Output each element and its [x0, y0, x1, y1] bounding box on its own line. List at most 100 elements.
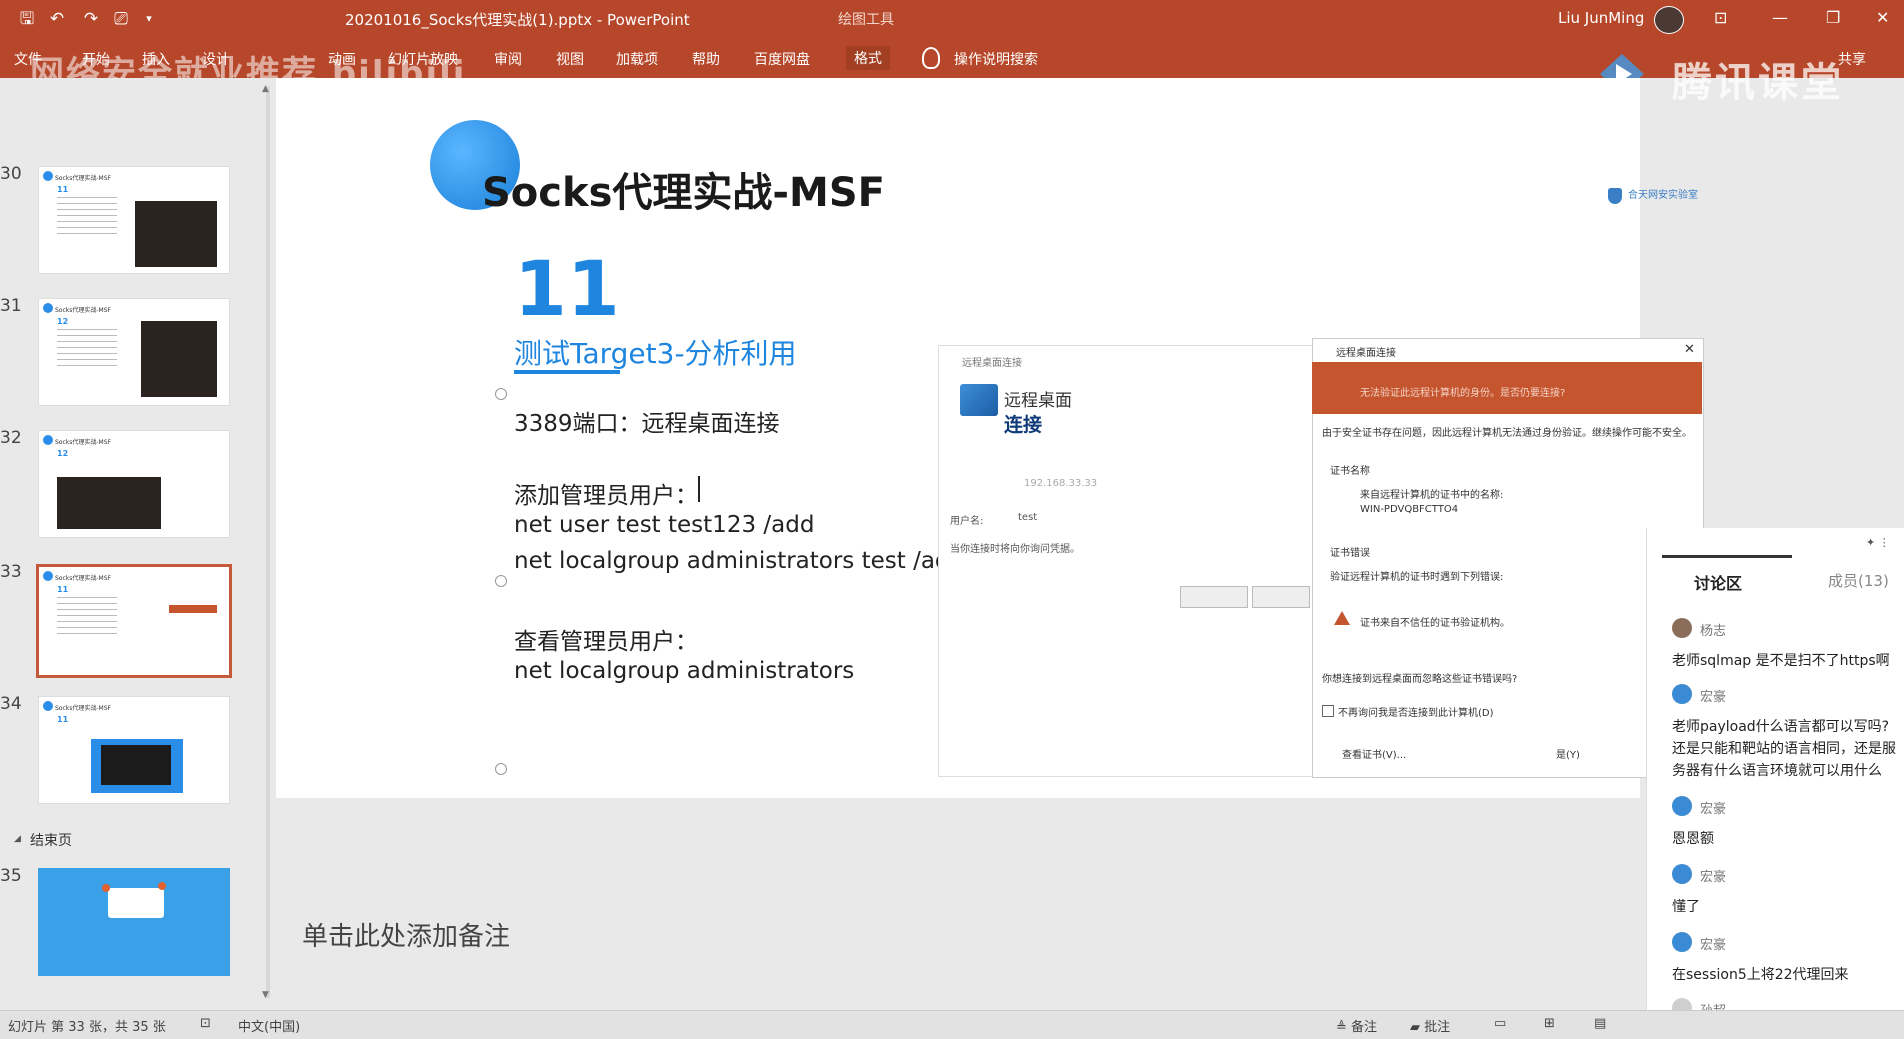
rdp-window-title: 远程桌面连接: [962, 358, 1022, 369]
text-cursor: [698, 476, 700, 502]
cert-name-value: WIN-PDVQBFCTTO4: [1360, 504, 1459, 515]
scroll-up-icon[interactable]: ▲: [262, 84, 269, 94]
discussion-title[interactable]: 讨论区: [1694, 570, 1742, 594]
tab-view[interactable]: 视图: [556, 49, 584, 69]
cert-description: 由于安全证书存在问题，因此远程计算机无法通过身份验证。继续操作可能不安全。: [1322, 428, 1692, 439]
avatar: [1672, 796, 1692, 816]
slide-thumbnail-30[interactable]: Socks代理实战-MSF 11: [38, 166, 230, 274]
restore-icon[interactable]: ❐: [1826, 8, 1840, 27]
slide-thumbnail-32[interactable]: Socks代理实战-MSF 12: [38, 430, 230, 538]
undo-icon[interactable]: ↶: [46, 9, 68, 29]
ribbon-display-icon[interactable]: ⊡: [1714, 8, 1727, 27]
thumb-sub: 11: [57, 185, 69, 194]
watermark-right: 腾讯课堂: [1672, 60, 1844, 106]
slide-logo-text: 合天网安实验室: [1628, 190, 1698, 201]
slide-title[interactable]: Socks代理实战-MSF: [482, 160, 885, 218]
thumb-terminal-image: [141, 321, 217, 397]
message-text: 恩恩额: [1672, 831, 1714, 847]
section-label[interactable]: 结束页: [30, 830, 72, 850]
accessibility-icon[interactable]: ⊡: [200, 1016, 211, 1031]
resize-handle[interactable]: [495, 763, 507, 775]
slide-count: 幻灯片 第 33 张，共 35 张: [8, 1020, 166, 1035]
comments-toggle-button[interactable]: ▰ 批注: [1410, 1016, 1450, 1035]
notes-toggle-button[interactable]: ≜ 备注: [1336, 1016, 1377, 1035]
user-name[interactable]: Liu JunMing: [1558, 9, 1644, 27]
language-status[interactable]: 中文(中国): [238, 1016, 300, 1035]
slide-body-line[interactable]: 3389端口：远程桌面连接: [514, 404, 780, 438]
slide-subtitle[interactable]: 测试Target3-分析利用: [514, 332, 797, 372]
rdp-app-name: 远程桌面: [1004, 391, 1072, 411]
slide-body-line[interactable]: 查看管理员用户：: [514, 622, 698, 656]
thumb-text-lines: [57, 597, 117, 637]
rdp-monitor-icon: [960, 384, 998, 416]
discussion-members[interactable]: 成员(13): [1828, 570, 1889, 591]
scroll-down-icon[interactable]: ▼: [262, 990, 269, 1000]
avatar: [1672, 618, 1692, 638]
reading-view-icon[interactable]: ▤: [1594, 1016, 1606, 1031]
tab-baidu[interactable]: 百度网盘: [754, 49, 810, 69]
slide-thumbnail-35[interactable]: [38, 868, 230, 976]
discussion-tab-indicator: [1662, 555, 1792, 558]
thumb-sub: 12: [57, 317, 69, 326]
slide-thumbnail-33[interactable]: Socks代理实战-MSF 11: [36, 564, 232, 678]
thumb-title: Socks代理实战-MSF: [55, 575, 111, 582]
rdp-connect-button: [1180, 586, 1248, 608]
slide-thumbnail-34[interactable]: Socks代理实战-MSF 11: [38, 696, 230, 804]
collapse-section-icon[interactable]: ◢: [14, 834, 21, 844]
slide-body-line[interactable]: net localgroup administrators: [514, 658, 854, 684]
thumb-title: Socks代理实战-MSF: [55, 705, 111, 712]
thumb-dot: [102, 884, 110, 892]
slide-thumbnail-31[interactable]: Socks代理实战-MSF 12: [38, 298, 230, 406]
rdp-ip: 192.168.33.33: [1024, 478, 1098, 489]
avatar[interactable]: [1654, 6, 1684, 34]
cert-checkbox-label: 不再询问我是否连接到此计算机(D): [1338, 708, 1494, 719]
cert-dialog-title: 远程桌面连接: [1336, 348, 1396, 359]
resize-handle[interactable]: [495, 575, 507, 587]
rdp-app-name-2: 连接: [1004, 414, 1043, 436]
thumb-number: 35: [0, 866, 22, 886]
message-text: 懂了: [1672, 899, 1700, 915]
thumb-terminal-image: [135, 201, 217, 267]
thumb-number: 32: [0, 428, 22, 448]
thumb-sub: 12: [57, 449, 69, 458]
slide-body-line[interactable]: 添加管理员用户：: [514, 476, 698, 510]
tell-me-search[interactable]: 操作说明搜索: [954, 49, 1038, 69]
tab-help[interactable]: 帮助: [692, 49, 720, 69]
customize-qat-icon[interactable]: ▾: [138, 9, 160, 29]
save-icon[interactable]: 🖫: [16, 9, 38, 29]
cert-error-desc: 验证远程计算机的证书时遇到下列错误:: [1330, 572, 1504, 583]
presenter-icon[interactable]: ⎚: [110, 9, 132, 29]
message-text: 老师sqlmap 是不是扫不了https啊: [1672, 653, 1890, 669]
close-icon[interactable]: ✕: [1876, 8, 1889, 27]
redo-icon[interactable]: ↷: [80, 9, 102, 29]
message-text: 老师payload什么语言都可以写吗?: [1672, 719, 1890, 735]
thumb-sub: 11: [57, 585, 69, 594]
slide-big-number[interactable]: 11: [514, 244, 620, 333]
minimize-icon[interactable]: —: [1772, 8, 1788, 27]
shield-icon: [1608, 188, 1622, 204]
cert-header-text: 无法验证此远程计算机的身份。是否仍要连接?: [1360, 388, 1566, 399]
tab-review[interactable]: 审阅: [494, 49, 522, 69]
avatar: [1672, 864, 1692, 884]
tab-addins[interactable]: 加载项: [616, 49, 658, 69]
cert-name-desc: 来自远程计算机的证书中的名称:: [1360, 490, 1504, 501]
thumb-dot: [43, 171, 53, 181]
close-icon: ✕: [1684, 342, 1695, 357]
normal-view-icon[interactable]: ▭: [1494, 1016, 1506, 1031]
thumb-text-lines: [57, 197, 117, 237]
message-text: 在session5上将22代理回来: [1672, 967, 1849, 983]
thumb-sub: 11: [57, 715, 69, 724]
tab-format[interactable]: 格式: [846, 46, 890, 70]
sorter-view-icon[interactable]: ⊞: [1544, 1016, 1555, 1031]
slide-body-line[interactable]: net user test test123 /add: [514, 512, 814, 538]
title-bar: 🖫 ↶ ↷ ⎚ ▾ 20201016_Socks代理实战(1).pptx - P…: [0, 0, 1904, 38]
notes-placeholder[interactable]: 单击此处添加备注: [302, 916, 510, 953]
rdp-user-label: 用户名:: [950, 516, 984, 527]
thumb-text-lines: [57, 329, 117, 369]
resize-handle[interactable]: [495, 388, 507, 400]
slide-body-line[interactable]: net localgroup administrators test /ad: [514, 548, 950, 574]
thumb-title: Socks代理实战-MSF: [55, 439, 111, 446]
thumbnail-scrollbar[interactable]: [266, 86, 270, 998]
pin-icon[interactable]: ✦ ⋮: [1866, 536, 1890, 549]
context-tools-label: 绘图工具: [838, 12, 894, 28]
